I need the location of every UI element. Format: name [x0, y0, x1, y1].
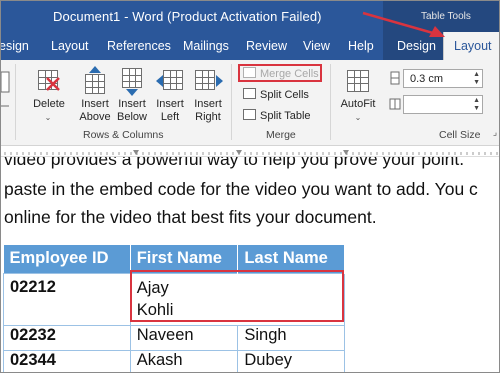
merged-name-cell[interactable]: Ajay Kohli: [129, 272, 346, 326]
cell-last-name[interactable]: Singh: [237, 324, 345, 351]
autofit-label: AutoFit: [340, 98, 376, 110]
ruler-marker-icon[interactable]: [343, 150, 349, 155]
paragraph-line: paste in the embed code for the video yo…: [4, 179, 478, 199]
document-area[interactable]: video provides a powerful way to help yo…: [1, 157, 499, 372]
cell-last-name[interactable]: Dubey: [237, 349, 345, 372]
word-window: Document1 - Word (Product Activation Fai…: [0, 0, 500, 373]
cell-size-dialog-launcher-icon[interactable]: ⌟: [490, 126, 499, 139]
arrow-left-icon: [156, 75, 163, 87]
merged-first-name: Ajay: [136, 278, 169, 297]
ribbon: Delete ⌄ Insert Above Insert Below Insert L…: [1, 60, 499, 146]
table-row: 02232 Naveen Singh: [3, 324, 345, 351]
paragraph-line: online for the video that best fits your…: [4, 207, 377, 227]
ruler-marker-icon[interactable]: [236, 150, 242, 155]
cell-employee-id[interactable]: 02344: [3, 349, 131, 372]
insert-right-icon: [195, 70, 215, 90]
annotation-arrow: [362, 11, 445, 37]
insert-below-icon: [122, 68, 142, 88]
table-header-row: Employee ID First Name Last Name: [3, 245, 345, 273]
split-table-button[interactable]: Split Table: [243, 109, 311, 122]
delete-button[interactable]: [33, 66, 63, 96]
insert-left-icon: [163, 70, 183, 90]
merged-last-name: Kohli: [136, 300, 174, 319]
autofit-button[interactable]: [345, 66, 371, 96]
delete-label: Delete: [33, 98, 65, 110]
ribbon-left-cutoff: [1, 71, 10, 107]
insert-below-button[interactable]: [117, 66, 147, 96]
cell-first-name[interactable]: Naveen: [129, 324, 239, 351]
ribbon-separator: [15, 64, 16, 140]
table-row: 02212 Ajay Kohli: [3, 272, 346, 326]
merge-cells-button[interactable]: Merge Cells: [243, 67, 319, 80]
insert-above-icon: [85, 74, 105, 94]
column-width-icon: [389, 98, 401, 110]
arrow-right-icon: [216, 75, 223, 87]
employee-table[interactable]: Employee ID First Name Last Name 02212 A…: [3, 245, 346, 372]
cell-employee-id[interactable]: 02212: [3, 272, 131, 326]
column-width-input[interactable]: ▲ ▼: [403, 95, 483, 114]
row-height-spinner-icon[interactable]: ▲ ▼: [473, 71, 480, 87]
header-last-name[interactable]: Last Name: [237, 245, 345, 273]
table-row: 02344 Akash Dubey: [3, 349, 345, 372]
row-height-value: 0.3 cm: [410, 73, 444, 85]
paragraph-line: video provides a powerful way to help yo…: [4, 157, 465, 169]
cell-first-name[interactable]: Akash: [129, 349, 239, 372]
merge-cells-icon: [243, 67, 256, 78]
ribbon-separator: [231, 64, 232, 140]
autofit-icon: [347, 70, 369, 92]
arrow-down-icon: [126, 89, 138, 96]
insert-above-button[interactable]: [80, 66, 110, 96]
insert-right-label: Insert Right: [194, 98, 222, 123]
split-cells-button[interactable]: Split Cells: [243, 88, 309, 101]
horizontal-ruler[interactable]: [1, 146, 499, 157]
merge-group-label: Merge: [266, 129, 296, 141]
insert-right-button[interactable]: [193, 66, 223, 96]
column-width-spinner-icon[interactable]: ▲ ▼: [473, 97, 480, 113]
arrow-up-icon: [89, 66, 101, 73]
cell-size-group-label: Cell Size: [439, 129, 481, 141]
header-first-name[interactable]: First Name: [130, 245, 239, 273]
split-cells-icon: [243, 88, 256, 99]
insert-left-button[interactable]: [155, 66, 185, 96]
split-table-icon: [243, 109, 256, 120]
header-employee-id[interactable]: Employee ID: [3, 245, 131, 273]
cell-employee-id[interactable]: 02232: [3, 324, 131, 351]
delete-dropdown-chevron-icon[interactable]: ⌄: [43, 111, 53, 124]
row-height-icon: [390, 71, 400, 85]
delete-x-icon: [46, 77, 60, 91]
ruler-ticks: [4, 150, 498, 155]
ruler-marker-icon[interactable]: [133, 150, 139, 155]
ribbon-separator: [330, 64, 331, 140]
row-height-input[interactable]: 0.3 cm ▲ ▼: [403, 69, 483, 88]
rows-columns-group-label: Rows & Columns: [83, 129, 164, 141]
autofit-dropdown-chevron-icon[interactable]: ⌄: [353, 111, 363, 124]
